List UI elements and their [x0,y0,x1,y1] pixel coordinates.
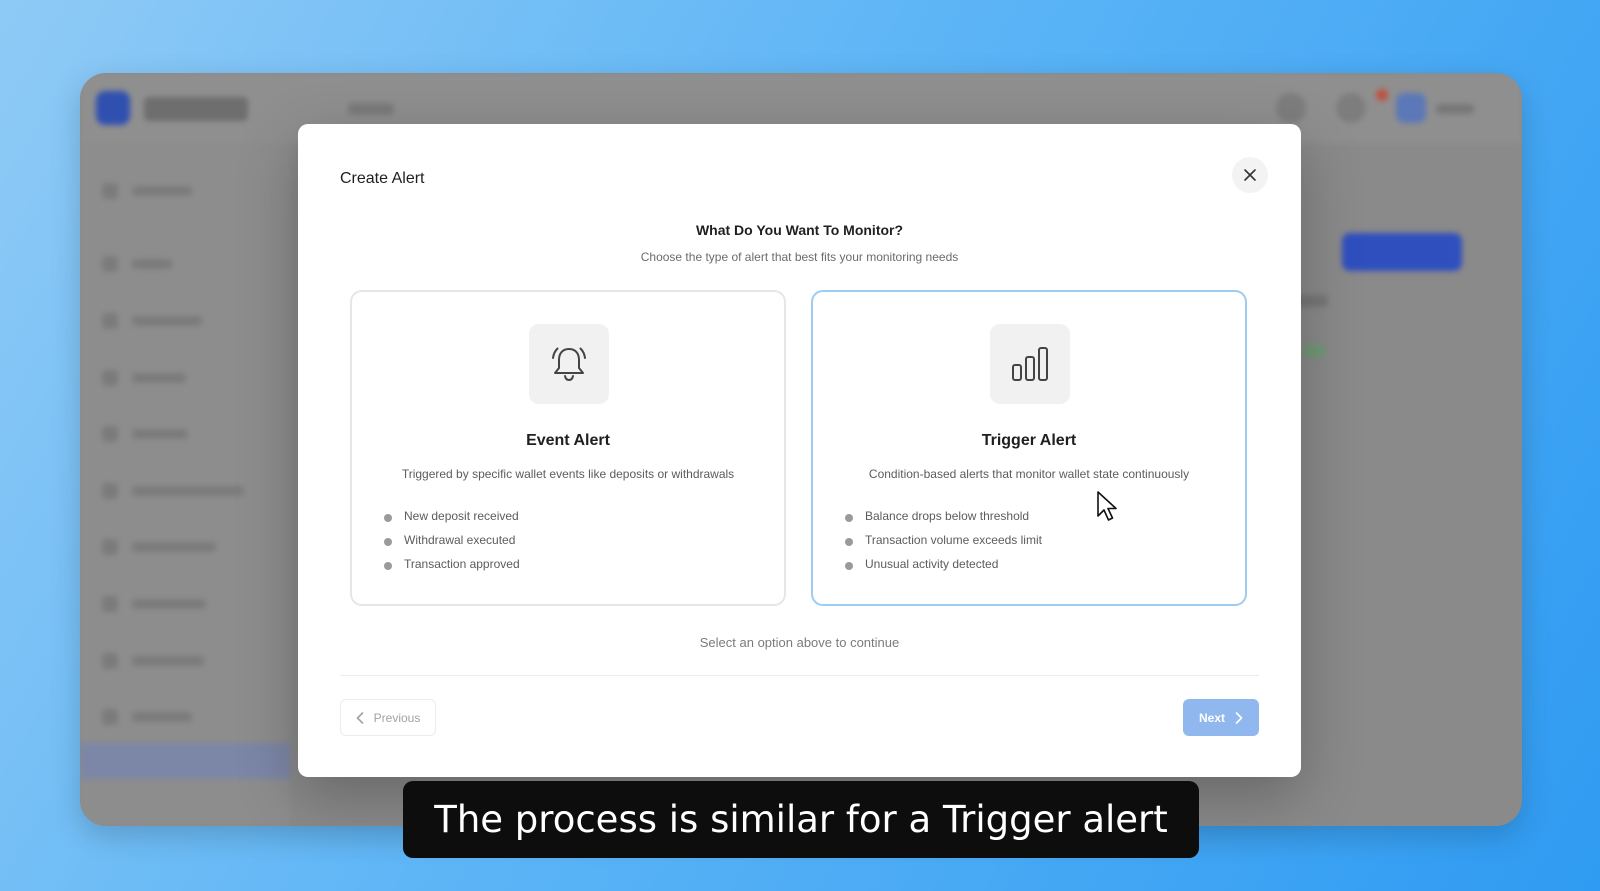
event-alert-examples: New deposit received Withdrawal executed… [384,508,520,580]
background-sidebar-item [102,709,252,725]
event-alert-description: Triggered by specific wallet events like… [401,467,735,481]
trigger-alert-examples: Balance drops below threshold Transactio… [845,508,1042,580]
create-alert-modal: Create Alert What Do You Want To Monitor… [298,124,1301,777]
background-primary-button [1342,233,1462,271]
list-item: Balance drops below threshold [845,508,1042,532]
trigger-alert-icon-tile [990,324,1070,404]
trigger-alert-title: Trigger Alert [981,432,1077,449]
list-item: Transaction volume exceeds limit [845,532,1042,556]
background-sidebar-item [102,483,252,499]
list-item: Withdrawal executed [384,532,520,556]
background-sidebar-item [102,596,252,612]
background-brand [144,97,248,121]
list-item: Transaction approved [384,556,520,580]
background-avatar [1396,93,1426,123]
background-bell-icon [1336,93,1366,123]
background-notification-badge [1376,89,1388,101]
selection-hint: Select an option above to continue [699,635,900,650]
background-sidebar-active-item [80,743,290,779]
previous-button-label: Previous [373,710,421,725]
next-button-label: Next [1198,710,1225,725]
mouse-cursor-icon [1097,491,1117,521]
background-user-name [1436,104,1474,114]
background-breadcrumb [348,103,394,115]
bar-chart-icon [1012,347,1048,381]
event-alert-icon-tile [529,324,609,404]
close-icon [1244,169,1256,181]
background-sidebar-item [102,370,252,386]
close-button[interactable] [1232,157,1268,193]
background-sidebar-item [102,313,252,329]
bell-icon [552,347,586,382]
list-item: Unusual activity detected [845,556,1042,580]
chevron-right-icon [1235,711,1243,724]
next-button[interactable]: Next [1183,699,1259,736]
background-sidebar-item [102,539,252,555]
background-logo [96,91,130,125]
trigger-alert-description: Condition-based alerts that monitor wall… [868,467,1190,481]
chevron-left-icon [356,711,363,724]
monitor-question-heading: What Do You Want To Monitor? [695,222,904,238]
footer-divider [340,675,1259,676]
background-search-icon [1276,93,1306,123]
background-sidebar-item [102,653,252,669]
monitor-question-subheading: Choose the type of alert that best fits … [640,250,959,264]
previous-button[interactable]: Previous [340,699,436,736]
event-alert-title: Event Alert [526,432,610,449]
trigger-alert-option-card[interactable]: Trigger Alert Condition-based alerts tha… [811,290,1247,606]
list-item: New deposit received [384,508,520,532]
event-alert-option-card[interactable]: Event Alert Triggered by specific wallet… [350,290,786,606]
background-sidebar-item [102,183,252,199]
background-sidebar-item [102,256,252,272]
video-caption: The process is similar for a Trigger ale… [403,781,1199,858]
modal-title: Create Alert [340,170,425,187]
background-status-badge [1302,345,1326,357]
background-sidebar-item [102,426,252,442]
